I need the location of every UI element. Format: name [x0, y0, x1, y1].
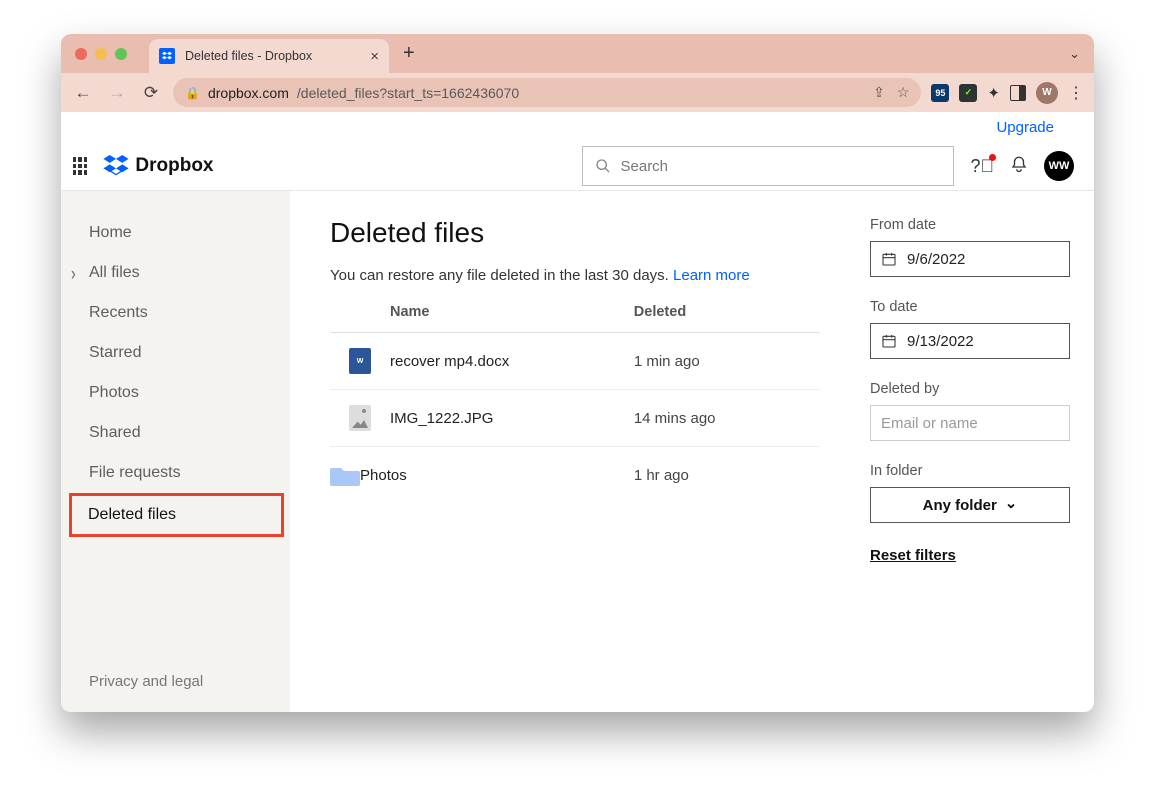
to-date-label: To date — [870, 299, 1070, 315]
deleted-files-table: Name Deleted W recover mp4.docx 1 min ag… — [330, 298, 820, 504]
url-path: /deleted_files?start_ts=1662436070 — [297, 85, 519, 101]
table-header: Name Deleted — [330, 298, 820, 333]
app-body: Home All files Recents Starred Photos Sh… — [61, 190, 1094, 712]
extension-95-icon[interactable]: 95 — [931, 84, 949, 102]
file-deleted-time: 14 mins ago — [634, 410, 820, 427]
bookmark-icon[interactable]: ☆ — [897, 84, 910, 101]
lock-icon: 🔒 — [185, 86, 200, 100]
in-folder-label: In folder — [870, 463, 1070, 479]
share-icon[interactable]: ⇪ — [873, 84, 885, 101]
sidebar-footer-link[interactable]: Privacy and legal — [61, 673, 290, 690]
page-title: Deleted files — [330, 217, 820, 249]
file-name: recover mp4.docx — [390, 353, 634, 370]
close-window-button[interactable] — [75, 48, 87, 60]
search-placeholder: Search — [621, 158, 669, 175]
account-avatar[interactable]: WW — [1044, 151, 1074, 181]
reset-filters-link[interactable]: Reset filters — [870, 547, 1070, 564]
new-tab-button[interactable]: + — [403, 42, 415, 65]
deleted-by-label: Deleted by — [870, 381, 1070, 397]
brand-text: Dropbox — [135, 155, 213, 177]
sidebar-item-starred[interactable]: Starred — [61, 333, 290, 373]
dropbox-logo[interactable]: Dropbox — [103, 155, 213, 177]
extensions: 95 ✓ ✦ W ⋮ — [931, 82, 1084, 104]
upgrade-link[interactable]: Upgrade — [996, 119, 1054, 136]
to-date-input[interactable]: 9/13/2022 — [870, 323, 1070, 359]
table-row[interactable]: W recover mp4.docx 1 min ago — [330, 333, 820, 390]
notifications-icon[interactable] — [1010, 155, 1028, 178]
main-content: Deleted files You can restore any file d… — [290, 191, 1094, 712]
file-deleted-time: 1 hr ago — [634, 467, 820, 484]
tabs-dropdown-icon[interactable]: ⌄ — [1069, 46, 1080, 62]
folder-select[interactable]: Any folder — [870, 487, 1070, 523]
help-icon[interactable]: ?⃝ — [970, 156, 994, 177]
docx-icon: W — [349, 348, 371, 374]
browser-toolbar: ← → ⟳ 🔒 dropbox.com/deleted_files?start_… — [61, 73, 1094, 112]
learn-more-link[interactable]: Learn more — [673, 267, 750, 284]
search-input[interactable]: Search — [582, 146, 955, 186]
column-deleted[interactable]: Deleted — [634, 304, 820, 320]
calendar-icon — [881, 251, 897, 267]
dropbox-app: Upgrade Dropbox Search ?⃝ WW — [61, 112, 1094, 712]
column-name[interactable]: Name — [330, 304, 634, 320]
extensions-menu-icon[interactable]: ✦ — [987, 84, 1000, 102]
browser-tab[interactable]: Deleted files - Dropbox × — [149, 39, 389, 73]
address-bar[interactable]: 🔒 dropbox.com/deleted_files?start_ts=166… — [173, 78, 921, 107]
file-name: Photos — [360, 467, 634, 484]
sidebar-item-deleted-files[interactable]: Deleted files — [69, 493, 284, 537]
app-switcher-icon[interactable] — [73, 157, 87, 175]
filter-panel: From date 9/6/2022 To date 9/13/2022 Del… — [870, 217, 1070, 712]
sidebar-item-recents[interactable]: Recents — [61, 293, 290, 333]
from-date-label: From date — [870, 217, 1070, 233]
file-name: IMG_1222.JPG — [390, 410, 634, 427]
extension-check-icon[interactable]: ✓ — [959, 84, 977, 102]
browser-menu-icon[interactable]: ⋮ — [1068, 83, 1084, 103]
search-icon — [595, 158, 611, 174]
app-header: Dropbox Search ?⃝ WW — [61, 142, 1094, 190]
browser-window: Deleted files - Dropbox × + ⌄ ← → ⟳ 🔒 dr… — [61, 34, 1094, 712]
table-row[interactable]: IMG_1222.JPG 14 mins ago — [330, 390, 820, 447]
close-tab-button[interactable]: × — [370, 48, 379, 65]
folder-icon — [330, 464, 360, 488]
deleted-by-input[interactable]: Email or name — [870, 405, 1070, 441]
back-button[interactable]: ← — [71, 81, 95, 105]
tab-title: Deleted files - Dropbox — [185, 49, 312, 63]
side-panel-icon[interactable] — [1010, 85, 1026, 101]
sidebar-item-home[interactable]: Home — [61, 213, 290, 253]
sidebar: Home All files Recents Starred Photos Sh… — [61, 191, 290, 712]
from-date-input[interactable]: 9/6/2022 — [870, 241, 1070, 277]
window-titlebar: Deleted files - Dropbox × + ⌄ — [61, 34, 1094, 73]
sidebar-item-all-files[interactable]: All files — [61, 253, 290, 293]
window-controls — [75, 48, 127, 60]
forward-button[interactable]: → — [105, 81, 129, 105]
image-icon — [349, 405, 371, 431]
dropbox-favicon — [159, 48, 175, 64]
table-row[interactable]: Photos 1 hr ago — [330, 447, 820, 504]
sidebar-item-file-requests[interactable]: File requests — [61, 453, 290, 493]
maximize-window-button[interactable] — [115, 48, 127, 60]
file-deleted-time: 1 min ago — [634, 353, 820, 370]
calendar-icon — [881, 333, 897, 349]
minimize-window-button[interactable] — [95, 48, 107, 60]
upgrade-bar: Upgrade — [61, 112, 1094, 142]
reload-button[interactable]: ⟳ — [139, 81, 163, 105]
sidebar-item-shared[interactable]: Shared — [61, 413, 290, 453]
profile-avatar[interactable]: W — [1036, 82, 1058, 104]
url-domain: dropbox.com — [208, 85, 289, 101]
sidebar-item-photos[interactable]: Photos — [61, 373, 290, 413]
page-subtitle: You can restore any file deleted in the … — [330, 267, 820, 284]
